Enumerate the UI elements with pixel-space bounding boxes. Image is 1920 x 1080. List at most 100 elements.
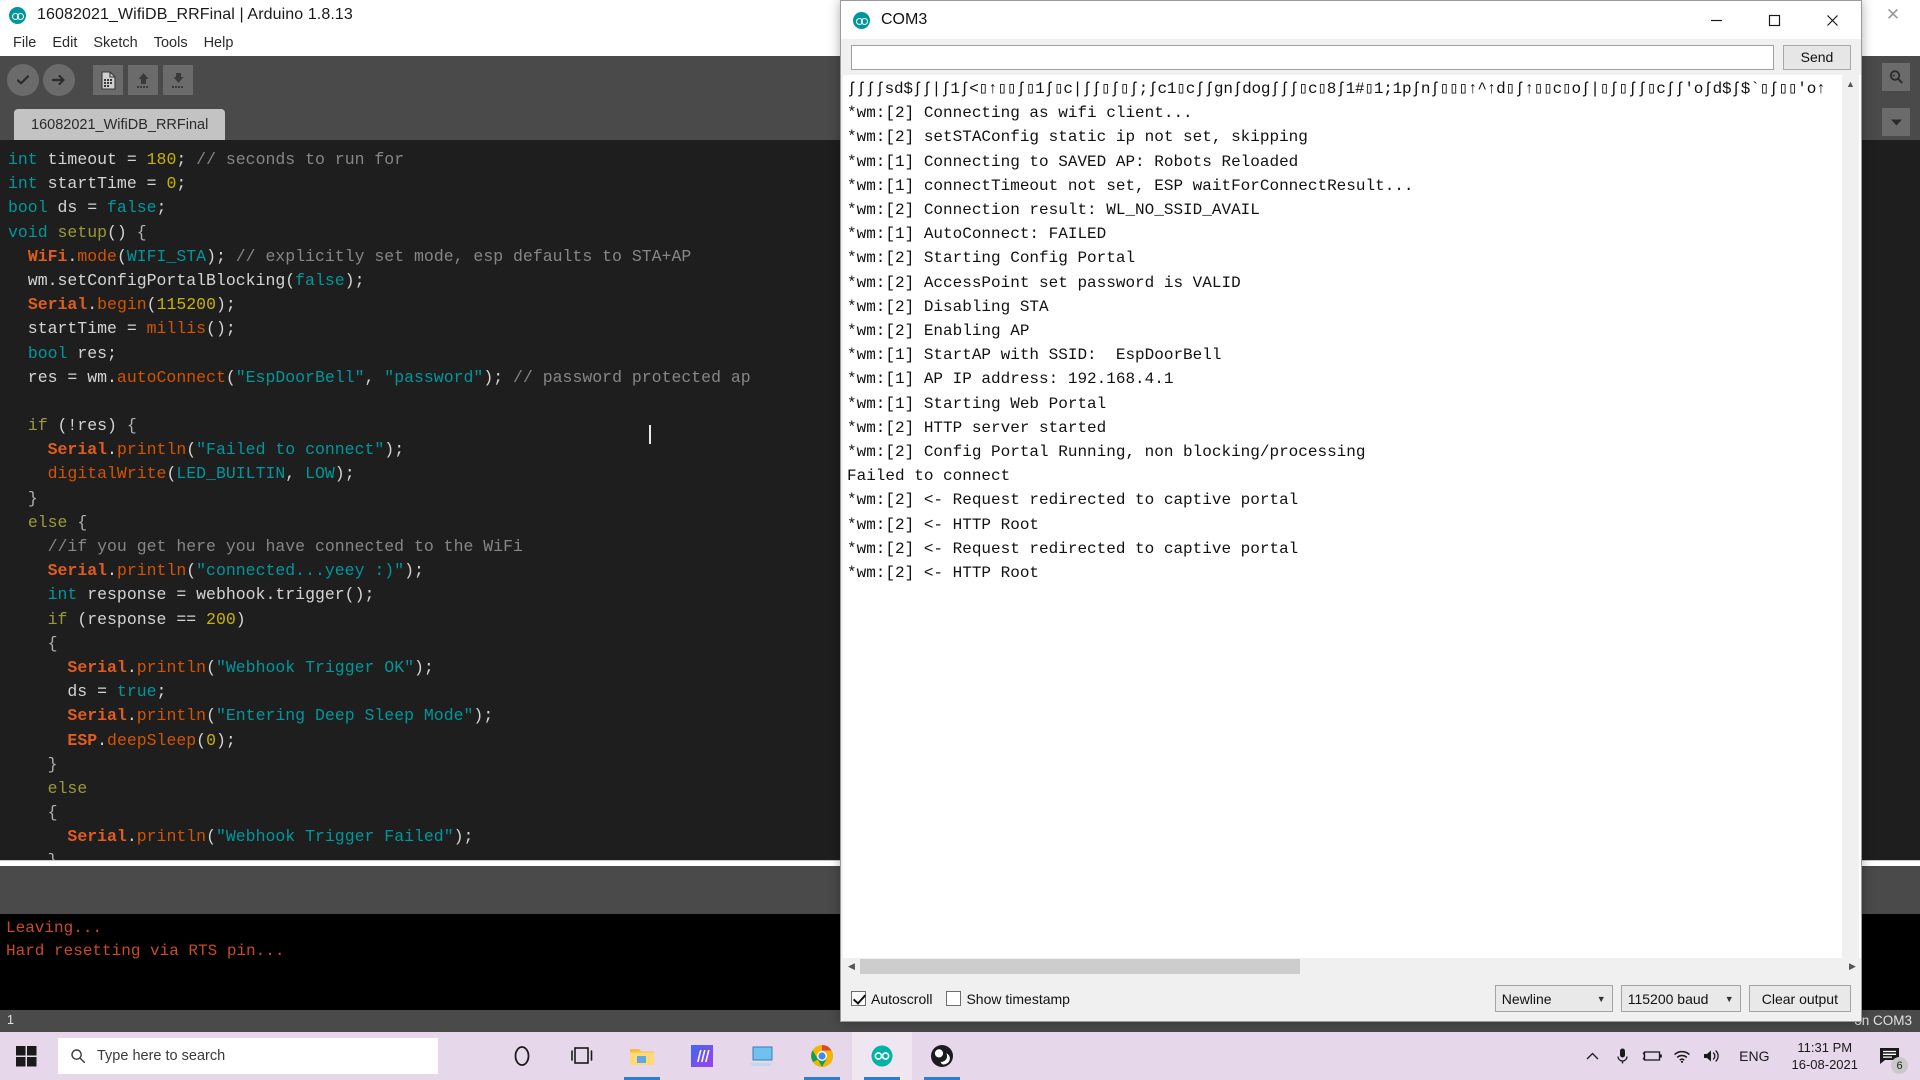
code-token: int: [47, 585, 78, 605]
serial-line: *wm:[1] AP IP address: 192.168.4.1: [847, 370, 1174, 389]
microphone-icon[interactable]: [1607, 1032, 1637, 1080]
code-token: if: [27, 416, 48, 436]
code-token: 200: [206, 609, 236, 629]
code-token: if: [47, 609, 68, 629]
file-explorer-icon[interactable]: [612, 1032, 672, 1080]
minimize-icon[interactable]: [1687, 1, 1745, 39]
clock-date[interactable]: 16-08-2021: [1792, 1056, 1859, 1073]
menu-item-tools[interactable]: Tools: [146, 33, 196, 53]
taskbar-search-box[interactable]: Type here to search: [58, 1038, 438, 1074]
serial-monitor-title: COM3: [881, 11, 928, 28]
code-token: "Webhook Trigger OK": [215, 657, 415, 677]
code-token: //if you get here you have connected to …: [47, 537, 523, 556]
code-token: res;: [67, 343, 117, 363]
code-token: // explicitly set mode, esp defaults to …: [235, 246, 692, 266]
chrome-icon[interactable]: [792, 1032, 852, 1080]
serial-monitor-button[interactable]: [1882, 63, 1910, 91]
clear-output-button[interactable]: Clear output: [1748, 985, 1851, 1012]
close-icon[interactable]: ✕: [1880, 4, 1906, 26]
code-token: ;: [176, 174, 187, 194]
cortana-icon[interactable]: [492, 1032, 552, 1080]
code-token: (: [116, 246, 127, 266]
arduino-icon[interactable]: [852, 1032, 912, 1080]
code-token: WIFI_STA: [126, 246, 207, 266]
serial-line: *wm:[2] <- Request redirected to captive…: [847, 491, 1299, 510]
code-token: (: [146, 295, 157, 315]
code-token: ds =: [8, 682, 117, 702]
code-token: setup: [57, 222, 108, 242]
line-ending-select[interactable]: Newline ▼: [1494, 985, 1613, 1012]
save-button[interactable]: [163, 65, 193, 95]
serial-horizontal-scrollbar[interactable]: ◀ ▶: [843, 958, 1861, 975]
code-token: println: [116, 561, 187, 581]
line-ending-value: Newline: [1501, 990, 1552, 1007]
sketch-tab[interactable]: 16082021_WifiDB_RRFinal: [14, 109, 226, 140]
battery-icon[interactable]: [1637, 1032, 1667, 1080]
serial-input[interactable]: [851, 44, 1774, 70]
search-icon: [71, 1049, 86, 1064]
close-icon[interactable]: [1803, 1, 1861, 39]
code-token: Serial: [67, 827, 127, 847]
scroll-right-icon[interactable]: ▶: [1844, 958, 1861, 975]
windows-start-icon[interactable]: [0, 1032, 52, 1080]
code-token: else: [47, 778, 88, 798]
code-token: ds =: [47, 198, 108, 218]
code-token: ();: [206, 319, 236, 339]
code-token: }: [27, 488, 38, 508]
code-token: .: [126, 706, 137, 726]
code-token: .: [126, 657, 137, 677]
show-timestamp-checkbox[interactable]: Show timestamp: [946, 991, 1070, 1007]
maximize-icon[interactable]: [1745, 1, 1803, 39]
volume-icon[interactable]: [1697, 1032, 1727, 1080]
menu-item-help[interactable]: Help: [196, 33, 242, 53]
scroll-up-icon[interactable]: ▲: [1842, 75, 1859, 92]
autoscroll-checkbox-box[interactable]: [851, 991, 866, 1006]
send-button[interactable]: Send: [1783, 44, 1851, 70]
language-indicator[interactable]: ENG: [1727, 1048, 1781, 1064]
serial-line: *wm:[1] StartAP with SSID: EspDoorBell: [847, 346, 1222, 365]
serial-monitor-titlebar[interactable]: COM3: [841, 1, 1861, 39]
chevron-up-icon[interactable]: [1577, 1032, 1607, 1080]
verify-button[interactable]: [7, 64, 39, 96]
remote-desktop-icon[interactable]: [732, 1032, 792, 1080]
scroll-left-icon[interactable]: ◀: [843, 958, 860, 975]
code-token: mode: [77, 246, 117, 266]
upload-button[interactable]: [43, 64, 75, 96]
hscroll-thumb[interactable]: [860, 959, 1300, 974]
serial-line: *wm:[2] Config Portal Running, non block…: [847, 443, 1366, 462]
menu-item-sketch[interactable]: Sketch: [85, 33, 145, 53]
serial-line: *wm:[1] Starting Web Portal: [847, 394, 1107, 413]
chevron-down-icon[interactable]: [1882, 108, 1910, 136]
code-token: LOW: [305, 464, 335, 484]
wifi-icon[interactable]: [1667, 1032, 1697, 1080]
code-token: "Failed to connect": [196, 440, 385, 460]
autoscroll-checkbox[interactable]: Autoscroll: [851, 991, 932, 1007]
code-token: "Entering Deep Sleep Mode": [215, 706, 474, 726]
text-cursor: [649, 425, 651, 444]
task-view-icon[interactable]: [552, 1032, 612, 1080]
obs-icon[interactable]: [912, 1032, 972, 1080]
menu-item-file[interactable]: File: [5, 33, 44, 53]
open-button[interactable]: [128, 65, 158, 95]
baud-rate-select[interactable]: 115200 baud ▼: [1620, 985, 1741, 1012]
show-timestamp-checkbox-box[interactable]: [946, 991, 962, 1006]
code-token: println: [116, 440, 187, 460]
serial-vertical-scrollbar[interactable]: ▲ ▼: [1842, 75, 1859, 975]
serial-line: *wm:[2] <- HTTP Root: [847, 564, 1040, 583]
code-token: .: [107, 440, 117, 460]
notification-icon[interactable]: 6: [1868, 1032, 1912, 1080]
app-icon[interactable]: [672, 1032, 732, 1080]
new-sketch-button[interactable]: [93, 65, 123, 95]
menu-item-edit[interactable]: Edit: [44, 33, 85, 53]
serial-output-log: ʃʃʃʃsd$ʃʃ|ʃ1ʃ<▯↑▯▯ʃ▯1ʃ▯c|ʃʃ▯ʃ▯ʃ;ʃc1▯cʃʃg…: [843, 75, 1861, 975]
code-token: bool: [8, 198, 48, 218]
clock-time[interactable]: 11:31 PM: [1792, 1039, 1859, 1056]
